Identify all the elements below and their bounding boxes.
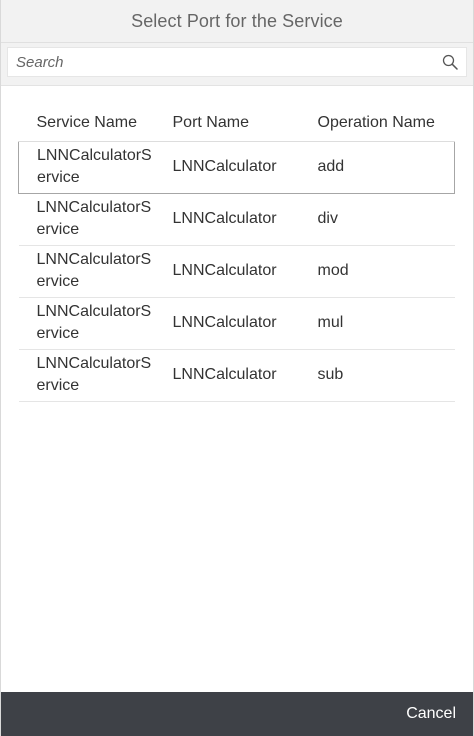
- cell-service-name: LNNCalculatorService: [37, 147, 152, 186]
- dialog-title: Select Port for the Service: [131, 10, 343, 31]
- cell-port-name: LNNCalculator: [154, 193, 300, 246]
- cell-port-name: LNNCalculator: [154, 245, 300, 298]
- dialog-footer: Cancel: [1, 692, 473, 736]
- port-table: Service Name Port Name Operation Name LN…: [18, 105, 455, 402]
- table-row[interactable]: LNNCalculatorService LNNCalculator sub: [18, 349, 455, 402]
- table-header-row: Service Name Port Name Operation Name: [18, 105, 455, 142]
- dialog-header: Select Port for the Service: [1, 0, 473, 43]
- cell-port-name: LNNCalculator: [154, 297, 300, 350]
- table-row[interactable]: LNNCalculatorService LNNCalculator add: [18, 140, 455, 194]
- search-icon[interactable]: [436, 48, 464, 76]
- cell-operation-name: sub: [299, 349, 455, 402]
- cell-port-name: LNNCalculator: [154, 349, 300, 402]
- column-header-operation-name: Operation Name: [299, 105, 455, 142]
- column-header-port-name: Port Name: [154, 105, 300, 142]
- cell-port-name: LNNCalculator: [154, 140, 300, 194]
- cell-service-name: LNNCalculatorService: [36, 303, 152, 342]
- cell-service-name: LNNCalculatorService: [36, 251, 152, 290]
- cell-service-name: LNNCalculatorService: [36, 355, 152, 394]
- search-input[interactable]: [8, 48, 436, 76]
- table-row[interactable]: LNNCalculatorService LNNCalculator mul: [18, 297, 455, 350]
- search-field[interactable]: [7, 47, 467, 77]
- dialog-content: Service Name Port Name Operation Name LN…: [1, 86, 473, 402]
- cell-service-name: LNNCalculatorService: [36, 199, 152, 238]
- table-row[interactable]: LNNCalculatorService LNNCalculator mod: [18, 245, 455, 298]
- cancel-button[interactable]: Cancel: [404, 699, 458, 729]
- select-port-dialog: Select Port for the Service Service Name…: [0, 0, 474, 736]
- table-row[interactable]: LNNCalculatorService LNNCalculator div: [18, 193, 455, 246]
- cell-operation-name: add: [299, 140, 455, 194]
- cell-operation-name: mul: [299, 297, 455, 350]
- cell-operation-name: div: [299, 193, 455, 246]
- column-header-service-name: Service Name: [18, 105, 155, 142]
- dialog-subheader: [1, 43, 473, 86]
- cell-operation-name: mod: [299, 245, 455, 298]
